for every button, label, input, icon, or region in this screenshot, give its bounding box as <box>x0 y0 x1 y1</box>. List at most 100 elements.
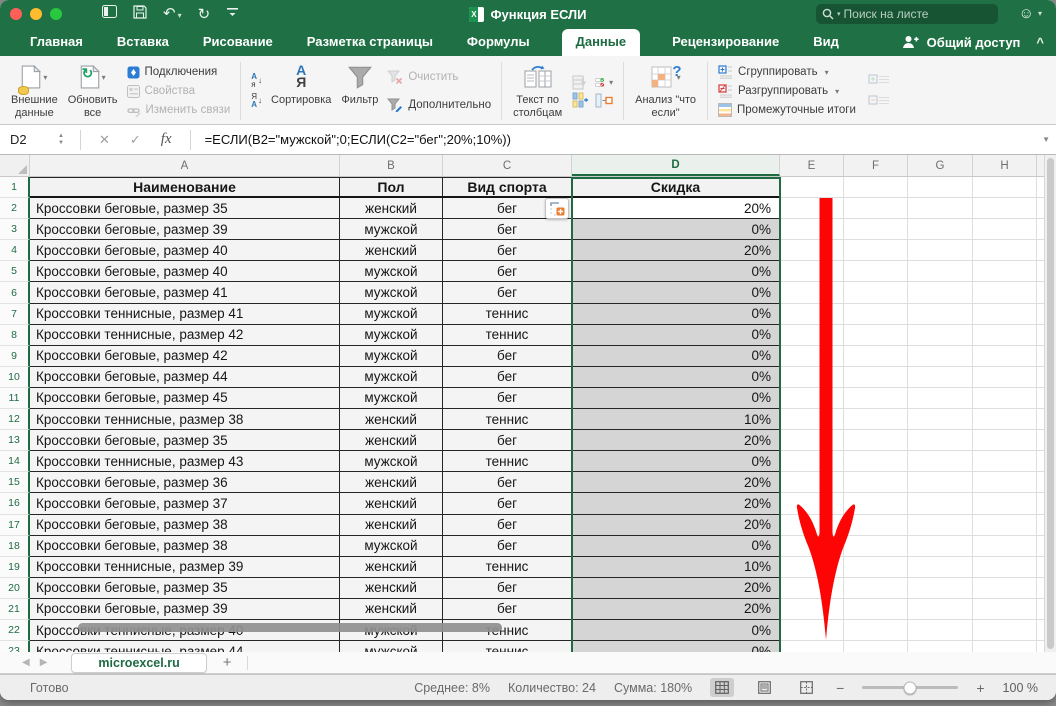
show-detail-icon[interactable] <box>868 74 890 87</box>
cell-H16[interactable] <box>973 493 1037 514</box>
cell-H20[interactable] <box>973 578 1037 599</box>
cell-C10[interactable]: бег <box>443 367 572 388</box>
cell-E10[interactable] <box>780 367 844 388</box>
cell-A20[interactable]: Кроссовки беговые, размер 35 <box>30 578 340 599</box>
cell-C6[interactable]: бег <box>443 282 572 303</box>
cell-C14[interactable]: теннис <box>443 451 572 472</box>
cell-F20[interactable] <box>844 578 908 599</box>
header-cell-C1[interactable]: Вид спорта <box>443 177 572 198</box>
cell-E7[interactable] <box>780 304 844 325</box>
row-number-13[interactable]: 13 <box>0 430 30 451</box>
cell-A7[interactable]: Кроссовки теннисные, размер 41 <box>30 304 340 325</box>
cell-F9[interactable] <box>844 346 908 367</box>
cell-D18[interactable]: 0% <box>572 536 780 557</box>
cell-D13[interactable]: 20% <box>572 430 780 451</box>
cell-B9[interactable]: мужской <box>340 346 443 367</box>
row-number-18[interactable]: 18 <box>0 536 30 557</box>
cell-A2[interactable]: Кроссовки беговые, размер 35 <box>30 198 340 219</box>
cell-G22[interactable] <box>908 620 973 641</box>
zoom-in-icon[interactable]: + <box>976 680 984 696</box>
cell-A13[interactable]: Кроссовки беговые, размер 35 <box>30 430 340 451</box>
cell-D2[interactable]: 20% <box>572 198 780 219</box>
remove-duplicates-icon[interactable] <box>595 92 613 108</box>
cell-E23[interactable] <box>780 641 844 652</box>
cell-H17[interactable] <box>973 515 1037 536</box>
hide-detail-icon[interactable] <box>868 95 890 108</box>
cell-E19[interactable] <box>780 557 844 578</box>
cell-G10[interactable] <box>908 367 973 388</box>
cell-H11[interactable] <box>973 388 1037 409</box>
cell-E15[interactable] <box>780 472 844 493</box>
cell-H1[interactable] <box>973 177 1037 198</box>
cell-D3[interactable]: 0% <box>572 219 780 240</box>
row-number-12[interactable]: 12 <box>0 409 30 430</box>
cell-H22[interactable] <box>973 620 1037 641</box>
tab-Главная[interactable]: Главная <box>28 29 85 56</box>
save-icon[interactable] <box>133 5 147 24</box>
row-number-10[interactable]: 10 <box>0 367 30 388</box>
cell-H13[interactable] <box>973 430 1037 451</box>
cell-A5[interactable]: Кроссовки беговые, размер 40 <box>30 261 340 282</box>
cell-F15[interactable] <box>844 472 908 493</box>
cell-B6[interactable]: мужской <box>340 282 443 303</box>
cell-H8[interactable] <box>973 325 1037 346</box>
consolidate-icon[interactable] <box>571 92 589 108</box>
cell-A17[interactable]: Кроссовки беговые, размер 38 <box>30 515 340 536</box>
cell-B15[interactable]: женский <box>340 472 443 493</box>
cell-A14[interactable]: Кроссовки теннисные, размер 43 <box>30 451 340 472</box>
cell-D4[interactable]: 20% <box>572 240 780 261</box>
tab-Формулы[interactable]: Формулы <box>465 29 532 56</box>
cell-H15[interactable] <box>973 472 1037 493</box>
cell-H19[interactable] <box>973 557 1037 578</box>
add-sheet-icon[interactable]: + <box>223 654 232 671</box>
cell-C16[interactable]: бег <box>443 493 572 514</box>
next-sheet-icon[interactable]: ▶ <box>40 657 48 668</box>
column-header-G[interactable]: G <box>908 155 973 176</box>
page-layout-view-button[interactable] <box>752 678 776 697</box>
cell-B21[interactable]: женский <box>340 599 443 620</box>
cell-E18[interactable] <box>780 536 844 557</box>
cell-F6[interactable] <box>844 282 908 303</box>
cell-G17[interactable] <box>908 515 973 536</box>
cell-F12[interactable] <box>844 409 908 430</box>
cell-F13[interactable] <box>844 430 908 451</box>
cell-H7[interactable] <box>973 304 1037 325</box>
cell-E1[interactable] <box>780 177 844 198</box>
cell-H14[interactable] <box>973 451 1037 472</box>
search-input[interactable] <box>844 7 999 21</box>
collapse-ribbon-icon[interactable]: ^ <box>1036 35 1044 50</box>
cell-G11[interactable] <box>908 388 973 409</box>
row-number-8[interactable]: 8 <box>0 325 30 346</box>
cell-C12[interactable]: теннис <box>443 409 572 430</box>
clear-filter-button[interactable]: Очистить <box>387 68 491 86</box>
sort-az-button[interactable]: Ая ↓ <box>251 73 262 89</box>
cell-H18[interactable] <box>973 536 1037 557</box>
cell-B4[interactable]: женский <box>340 240 443 261</box>
cell-F10[interactable] <box>844 367 908 388</box>
cell-A18[interactable]: Кроссовки беговые, размер 38 <box>30 536 340 557</box>
what-if-analysis-button[interactable]: ? ▾ Анализ "что если" <box>630 60 701 122</box>
cell-G12[interactable] <box>908 409 973 430</box>
tab-Рисование[interactable]: Рисование <box>201 29 275 56</box>
cell-F21[interactable] <box>844 599 908 620</box>
vertical-scrollbar-thumb[interactable] <box>1047 158 1054 649</box>
cell-E21[interactable] <box>780 599 844 620</box>
cell-A12[interactable]: Кроссовки теннисные, размер 38 <box>30 409 340 430</box>
cell-C15[interactable]: бег <box>443 472 572 493</box>
cell-G19[interactable] <box>908 557 973 578</box>
cell-D14[interactable]: 0% <box>572 451 780 472</box>
group-caret-icon[interactable]: ▾ <box>825 68 829 77</box>
toolbar-panel-icon[interactable] <box>102 5 117 23</box>
cell-G9[interactable] <box>908 346 973 367</box>
cell-G13[interactable] <box>908 430 973 451</box>
cell-E14[interactable] <box>780 451 844 472</box>
cell-G1[interactable] <box>908 177 973 198</box>
cell-B3[interactable]: мужской <box>340 219 443 240</box>
cell-F17[interactable] <box>844 515 908 536</box>
tab-Вставка[interactable]: Вставка <box>115 29 171 56</box>
cell-D8[interactable]: 0% <box>572 325 780 346</box>
cell-G21[interactable] <box>908 599 973 620</box>
cell-C3[interactable]: бег <box>443 219 572 240</box>
cell-B11[interactable]: мужской <box>340 388 443 409</box>
zoom-slider-thumb[interactable] <box>904 681 917 694</box>
